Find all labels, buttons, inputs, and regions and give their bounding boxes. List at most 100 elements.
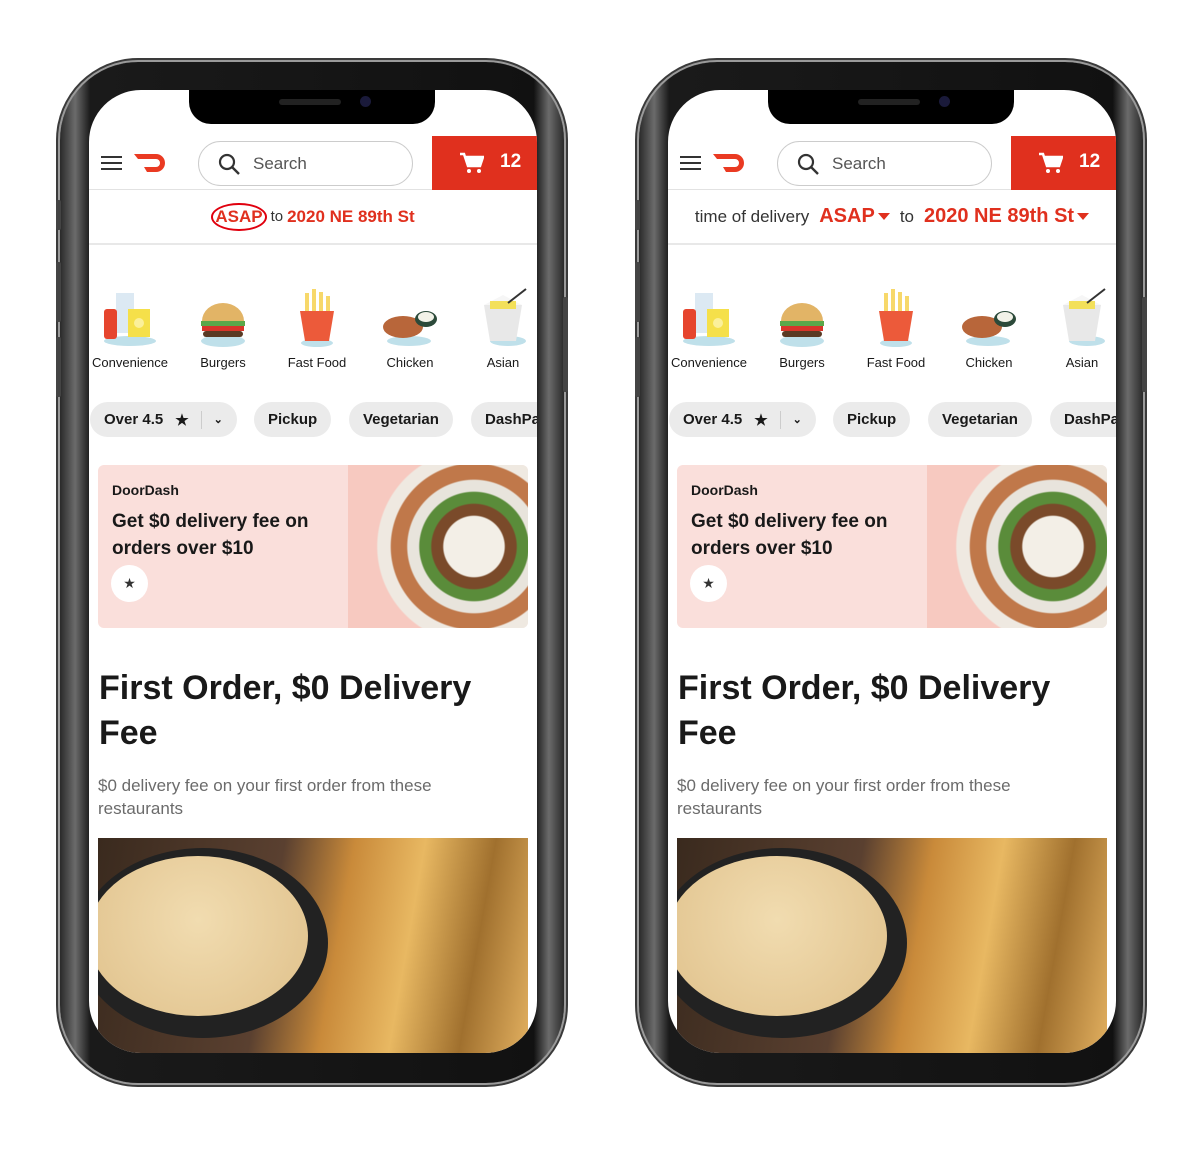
delivery-prefix: time of delivery [694,206,810,226]
promo-card[interactable]: DoorDash Get $0 delivery fee on orders o… [677,465,1107,628]
category-chicken[interactable]: Chicken [364,285,456,370]
app-header: Search 12 [89,136,537,190]
asian-icon [1036,285,1116,347]
cart-icon [1039,152,1063,173]
cart-count: 12 [500,151,522,172]
chip-label: Pickup [268,411,318,428]
category-burgers[interactable]: Burgers [177,285,269,370]
category-convenience[interactable]: Convenience [668,285,755,370]
delivery-time[interactable]: ASAP [819,205,875,228]
camera [939,96,950,107]
volume-down-button [56,337,61,397]
chip-label: Vegetarian [363,411,439,428]
chip-label: Over 4.5 [104,411,164,428]
speaker [858,99,920,105]
filter-chip[interactable]: Over 4.5 ★ ⌄ [90,402,237,437]
chevron-down-icon[interactable]: ⌄ [793,413,802,426]
category-label: Fast Food [866,355,926,370]
star-icon: ★ [754,411,768,429]
category-fast-food[interactable]: Fast Food [850,285,942,370]
filter-chip[interactable]: Pickup [833,402,911,437]
star-icon: ★ [175,411,189,429]
search-icon [218,153,240,175]
category-fast-food[interactable]: Fast Food [271,285,363,370]
category-label: Chicken [965,355,1013,370]
chip-label: DashPass [485,411,537,428]
category-convenience[interactable]: Convenience [89,285,176,370]
promo-title: Get $0 delivery fee on orders over $10 [691,511,888,559]
filter-chip[interactable]: DashPass [471,402,537,437]
category-asian[interactable]: Asian [1036,285,1116,370]
fast-food-icon [271,285,363,347]
filter-chip[interactable]: Vegetarian [928,402,1032,437]
promo-title: Get $0 delivery fee on orders over $10 [112,511,309,559]
queso-dip [98,856,308,1016]
restaurant-image[interactable] [677,838,1107,1053]
category-label: Asian [486,355,520,370]
chip-divider [200,410,202,429]
hamburger-icon[interactable] [680,156,701,170]
chevron-down-icon[interactable] [1077,213,1090,220]
queso-dip [677,856,887,1016]
chip-label: Pickup [847,411,897,428]
cart-count: 12 [1079,151,1101,172]
notch [768,90,1014,124]
volume-up-button [56,262,61,322]
search-input[interactable]: Search [198,141,413,186]
promo-salad-image [348,465,528,628]
filter-chip[interactable]: Vegetarian [349,402,453,437]
delivery-time[interactable]: ASAP [211,202,267,231]
section-subtitle: $0 delivery fee on your first order from… [98,776,432,818]
delivery-connector: to [270,208,284,225]
category-label: Fast Food [287,355,347,370]
filter-chip[interactable]: DashPass [1050,402,1116,437]
chevron-down-icon[interactable] [877,213,890,220]
camera [360,96,371,107]
category-chicken[interactable]: Chicken [943,285,1035,370]
doordash-logo[interactable] [134,153,170,173]
delivery-connector: to [899,206,914,226]
star-icon[interactable]: ★ [111,565,148,602]
chip-label: Over 4.5 [683,411,743,428]
search-placeholder: Search [832,154,886,173]
chicken-icon [943,285,1035,347]
category-label: Burgers [779,355,825,370]
filter-chip[interactable]: Pickup [254,402,332,437]
promo-brand: DoorDash [691,482,758,498]
volume-down-button [635,337,640,397]
category-label: Convenience [92,355,168,370]
phone-frame: Search 12 time of delivery ASAP to 2020 … [635,62,1147,1083]
promo-salad-image [927,465,1107,628]
category-burgers[interactable]: Burgers [756,285,848,370]
mute-switch [56,200,61,230]
search-input[interactable]: Search [777,141,992,186]
burgers-icon [177,285,269,347]
search-icon [797,153,819,175]
delivery-bar: time of delivery ASAP to 2020 NE 89th St [668,190,1116,245]
hamburger-icon[interactable] [101,156,122,170]
chicken-icon [364,285,456,347]
delivery-bar: ASAP to 2020 NE 89th St [89,190,537,245]
cart-button[interactable]: 12 [432,136,537,190]
notch [189,90,435,124]
phone-screen: Search 12 ASAP to 2020 NE 89th St Conven… [89,90,537,1053]
convenience-icon [89,285,176,347]
search-placeholder: Search [253,154,307,173]
star-icon[interactable]: ★ [690,565,727,602]
phone-screen: Search 12 time of delivery ASAP to 2020 … [668,90,1116,1053]
restaurant-image[interactable] [98,838,528,1053]
doordash-logo[interactable] [713,153,749,173]
filter-chip[interactable]: Over 4.5 ★ ⌄ [669,402,816,437]
power-button [563,297,568,392]
category-label: Chicken [386,355,434,370]
category-asian[interactable]: Asian [457,285,537,370]
promo-card[interactable]: DoorDash Get $0 delivery fee on orders o… [98,465,528,628]
chip-divider [779,410,781,429]
delivery-address[interactable]: 2020 NE 89th St [924,205,1074,228]
promo-brand: DoorDash [112,482,179,498]
category-label: Burgers [200,355,246,370]
cart-button[interactable]: 12 [1011,136,1116,190]
section-title: First Order, $0 Delivery Fee [99,669,472,752]
chevron-down-icon[interactable]: ⌄ [214,413,223,426]
delivery-address[interactable]: 2020 NE 89th St [287,207,415,227]
